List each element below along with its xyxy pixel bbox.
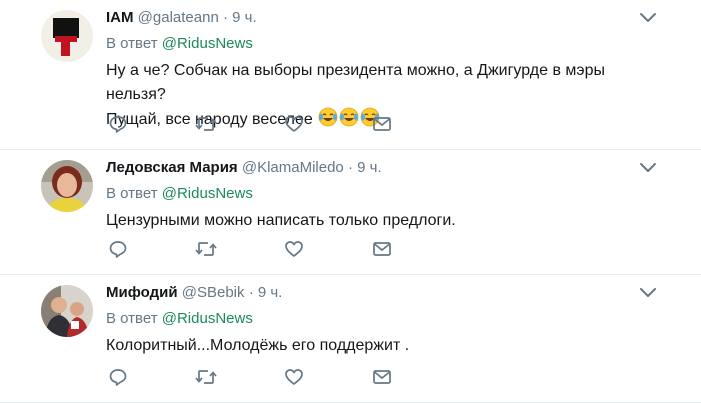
timestamp[interactable]: 9 ч. [258, 284, 283, 301]
separator-dot: · [347, 159, 353, 176]
reply-context: В ответ @RidusNews [106, 35, 253, 52]
tweet-text-line: Цензурными можно написать только предлог… [106, 212, 456, 229]
separator-dot: · [222, 9, 228, 26]
tweet-header: IAM @galateann · 9 ч. [106, 9, 257, 26]
tweet-actions [108, 114, 398, 134]
retweet-icon[interactable] [195, 114, 217, 134]
reply-to-link[interactable]: @RidusNews [162, 310, 253, 327]
author-name[interactable]: IAM [106, 9, 134, 26]
envelope-icon[interactable] [372, 114, 394, 134]
tweet-text: Колоритный...Молодёжь его поддержит . [106, 334, 409, 358]
heart-icon[interactable] [284, 239, 306, 259]
timestamp[interactable]: 9 ч. [357, 159, 382, 176]
author-handle[interactable]: @galateann [138, 9, 219, 26]
avatar[interactable] [41, 160, 93, 212]
author-handle[interactable]: @KlamaMiledo [242, 159, 344, 176]
tweet-3[interactable]: Мифодий @SBebik · 9 ч. В ответ @RidusNew… [0, 275, 701, 403]
chevron-down-icon[interactable] [639, 160, 657, 174]
tweet-2[interactable]: Ледовская Мария @KlamaMiledo · 9 ч. В от… [0, 150, 701, 275]
reply-icon[interactable] [108, 239, 130, 259]
tweet-1[interactable]: IAM @galateann · 9 ч. В ответ @RidusNews… [0, 0, 701, 150]
reply-prefix: В ответ [106, 35, 158, 52]
author-name[interactable]: Ледовская Мария [106, 159, 238, 176]
tweet-text-line: Колоритный...Молодёжь его поддержит . [106, 337, 410, 354]
timestamp[interactable]: 9 ч. [232, 9, 257, 26]
tweet-text-line: Ну а че? Собчак на выборы президента мож… [106, 62, 605, 103]
reply-prefix: В ответ [106, 185, 158, 202]
heart-icon[interactable] [284, 114, 306, 134]
reply-icon[interactable] [108, 367, 130, 387]
reply-to-link[interactable]: @RidusNews [162, 35, 253, 52]
tweet-text: Цензурными можно написать только предлог… [106, 209, 456, 233]
chevron-down-icon[interactable] [639, 285, 657, 299]
retweet-icon[interactable] [195, 239, 217, 259]
reply-context: В ответ @RidusNews [106, 185, 253, 202]
reply-context: В ответ @RidusNews [106, 310, 253, 327]
tweet-actions [108, 367, 398, 387]
avatar[interactable] [41, 10, 93, 62]
tweet-header: Ледовская Мария @KlamaMiledo · 9 ч. [106, 159, 382, 176]
heart-icon[interactable] [284, 367, 306, 387]
separator-dot: · [248, 284, 254, 301]
envelope-icon[interactable] [372, 239, 394, 259]
tweet-actions [108, 239, 398, 259]
retweet-icon[interactable] [195, 367, 217, 387]
chevron-down-icon[interactable] [639, 10, 657, 24]
avatar[interactable] [41, 285, 93, 337]
author-name[interactable]: Мифодий [106, 284, 178, 301]
reply-icon[interactable] [108, 114, 130, 134]
reply-prefix: В ответ [106, 310, 158, 327]
author-handle[interactable]: @SBebik [182, 284, 245, 301]
reply-to-link[interactable]: @RidusNews [162, 185, 253, 202]
tweet-header: Мифодий @SBebik · 9 ч. [106, 284, 282, 301]
envelope-icon[interactable] [372, 367, 394, 387]
